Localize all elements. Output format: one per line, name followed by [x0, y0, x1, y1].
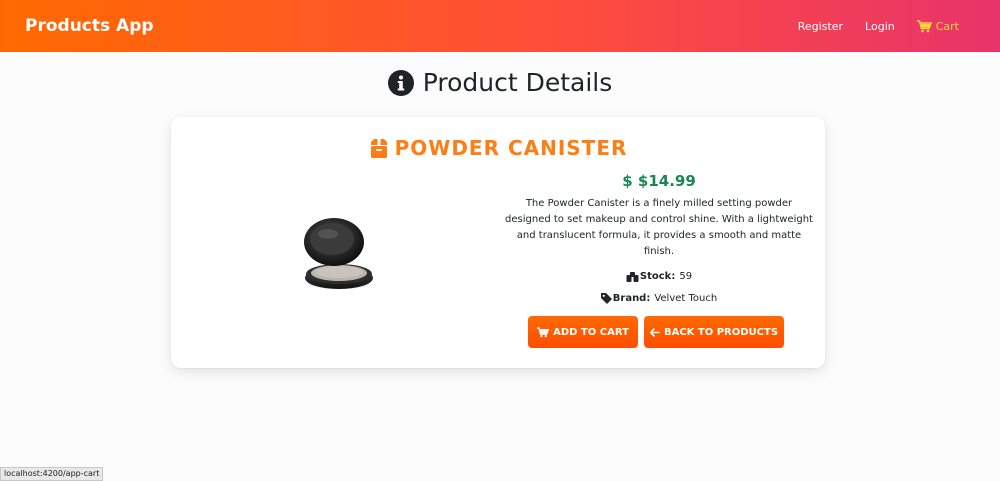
- action-buttons: ADD TO CART BACK TO PRODUCTS: [528, 316, 784, 348]
- stock-icon: [626, 271, 639, 282]
- nav-links: Register Login Cart: [776, 20, 959, 33]
- page-title-text: Product Details: [422, 68, 613, 97]
- product-title: POWDER CANISTER: [171, 136, 825, 160]
- brand-link[interactable]: Products App: [25, 16, 154, 36]
- cart-label: Cart: [935, 19, 959, 33]
- box-icon: [370, 138, 387, 158]
- add-to-cart-button[interactable]: ADD TO CART: [528, 316, 638, 348]
- info-icon: [387, 69, 414, 96]
- add-to-cart-label: ADD TO CART: [553, 326, 629, 338]
- brand-label: Brand:: [612, 293, 651, 304]
- login-link[interactable]: Login: [865, 20, 895, 33]
- brand-row: Brand: Velvet Touch: [499, 293, 819, 304]
- product-image: [299, 212, 379, 292]
- stock-row: Stock: 59: [499, 271, 819, 282]
- cart-icon: [537, 326, 550, 337]
- tag-icon: [600, 293, 612, 304]
- cart-link[interactable]: Cart: [916, 19, 959, 33]
- product-name: POWDER CANISTER: [394, 136, 628, 160]
- product-info: $ $14.99 The Powder Canister is a finely…: [499, 172, 819, 304]
- arrow-left-icon: [649, 327, 660, 337]
- cart-icon: [916, 19, 932, 32]
- stock-value: 59: [679, 271, 693, 282]
- status-bar-url: localhost:4200/app-cart: [0, 467, 104, 481]
- stock-label: Stock:: [639, 271, 676, 282]
- back-to-products-label: BACK TO PRODUCTS: [663, 326, 779, 338]
- back-to-products-button[interactable]: BACK TO PRODUCTS: [644, 316, 784, 348]
- brand-value: Velvet Touch: [654, 293, 718, 304]
- product-price: $ $14.99: [622, 172, 696, 190]
- product-description: The Powder Canister is a finely milled s…: [505, 198, 813, 257]
- register-link[interactable]: Register: [798, 20, 843, 33]
- powder-compact-image: [304, 218, 373, 289]
- page-title: Product Details: [0, 68, 1000, 97]
- navbar: Products App Register Login Cart: [0, 0, 1000, 52]
- product-card: POWDER CANISTER $ $14.99 The Powder Cani…: [171, 117, 825, 368]
